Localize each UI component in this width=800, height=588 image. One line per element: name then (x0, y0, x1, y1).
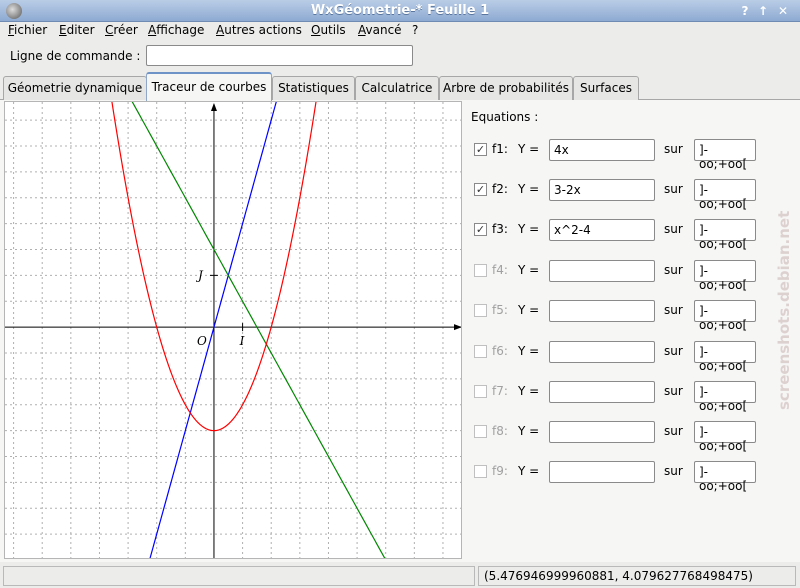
expression-input[interactable] (549, 260, 655, 282)
equation-row: f7: Y = sur ]-oo;+oo[ (474, 381, 764, 413)
y-axis-arrow (210, 103, 217, 111)
expression-input[interactable]: 4x (549, 139, 655, 161)
sur-label: sur (664, 424, 683, 438)
equation-checkbox[interactable]: ✓ (474, 143, 487, 156)
tab-bar: Géometrie dynamique Traceur de courbes S… (0, 72, 800, 101)
sur-label: sur (664, 182, 683, 196)
equation-checkbox[interactable] (474, 465, 487, 478)
help-icon[interactable]: ? (736, 2, 754, 20)
function-name-label: f6: (492, 344, 508, 358)
menu-bar: Fichier Editer Créer Affichage Autres ac… (0, 22, 800, 40)
domain-input[interactable]: ]-oo;+oo[ (694, 421, 756, 453)
tab-calculatrice[interactable]: Calculatrice (355, 76, 439, 100)
sur-label: sur (664, 344, 683, 358)
function-name-label: f2: (492, 182, 508, 196)
status-message (3, 566, 475, 586)
watermark: screenshots.debian.net (775, 211, 800, 410)
equation-checkbox[interactable] (474, 385, 487, 398)
x-axis-arrow (454, 324, 461, 331)
equation-row: ✓ f2: Y = 3-2x sur ]-oo;+oo[ (474, 179, 764, 211)
function-name-label: f8: (492, 424, 508, 438)
y-equals-label: Y = (518, 222, 540, 236)
tab-statistiques[interactable]: Statistiques (272, 76, 355, 100)
equations-header: Equations : (471, 110, 539, 124)
domain-input[interactable]: ]-oo;+oo[ (694, 139, 756, 171)
menu-avance[interactable]: Avancé (358, 23, 402, 37)
origin-label: O (197, 334, 207, 348)
tab-surfaces[interactable]: Surfaces (573, 76, 639, 100)
plot-svg[interactable]: O IJ (5, 102, 462, 559)
y-equals-label: Y = (518, 263, 540, 277)
menu-editer[interactable]: Editer (59, 23, 95, 37)
function-name-label: f4: (492, 263, 508, 277)
sur-label: sur (664, 303, 683, 317)
expression-input[interactable] (549, 461, 655, 483)
domain-input[interactable]: ]-oo;+oo[ (694, 260, 756, 292)
menu-help[interactable]: ? (412, 23, 418, 37)
curve-f1 (149, 102, 277, 558)
command-line-label: Ligne de commande : (10, 49, 141, 63)
equation-row: f6: Y = sur ]-oo;+oo[ (474, 341, 764, 373)
domain-input[interactable]: ]-oo;+oo[ (694, 219, 756, 251)
sur-label: sur (664, 263, 683, 277)
tab-arbre-de-probabilites[interactable]: Arbre de probabilités (439, 76, 573, 100)
menu-creer[interactable]: Créer (105, 23, 138, 37)
equation-row: f8: Y = sur ]-oo;+oo[ (474, 421, 764, 453)
equation-row: f5: Y = sur ]-oo;+oo[ (474, 300, 764, 332)
equation-checkbox[interactable] (474, 264, 487, 277)
curve-f2 (131, 102, 386, 558)
domain-input[interactable]: ]-oo;+oo[ (694, 381, 756, 413)
y-equals-label: Y = (518, 424, 540, 438)
sur-label: sur (664, 222, 683, 236)
sur-label: sur (664, 142, 683, 156)
sur-label: sur (664, 384, 683, 398)
equation-checkbox[interactable] (474, 345, 487, 358)
status-bar: (5.476946999960881, 4.079627768498475) (0, 564, 800, 588)
expression-input[interactable] (549, 421, 655, 443)
command-line-input[interactable] (146, 45, 413, 66)
maximize-icon[interactable]: ↑ (754, 2, 772, 20)
sur-label: sur (664, 464, 683, 478)
domain-input[interactable]: ]-oo;+oo[ (694, 461, 756, 493)
equation-checkbox[interactable]: ✓ (474, 183, 487, 196)
y-equals-label: Y = (518, 142, 540, 156)
menu-outils[interactable]: Outils (311, 23, 346, 37)
y-equals-label: Y = (518, 344, 540, 358)
equation-row: ✓ f3: Y = x^2-4 sur ]-oo;+oo[ (474, 219, 764, 251)
tab-geometrie-dynamique[interactable]: Géometrie dynamique (3, 76, 147, 100)
domain-input[interactable]: ]-oo;+oo[ (694, 341, 756, 373)
title-bar: WxGéometrie-* Feuille 1 ? ↑ ✕ (0, 0, 800, 22)
y-equals-label: Y = (518, 384, 540, 398)
equation-checkbox[interactable]: ✓ (474, 223, 487, 236)
function-name-label: f5: (492, 303, 508, 317)
equation-row: ✓ f1: Y = 4x sur ]-oo;+oo[ (474, 139, 764, 171)
expression-input[interactable]: 3-2x (549, 179, 655, 201)
function-name-label: f9: (492, 464, 508, 478)
y-equals-label: Y = (518, 182, 540, 196)
menu-autres-actions[interactable]: Autres actions (216, 23, 302, 37)
expression-input[interactable]: x^2-4 (549, 219, 655, 241)
equation-checkbox[interactable] (474, 304, 487, 317)
cursor-coordinates: (5.476946999960881, 4.079627768498475) (478, 566, 796, 586)
window-title: WxGéometrie-* Feuille 1 (310, 3, 490, 18)
expression-input[interactable] (549, 381, 655, 403)
function-name-label: f1: (492, 142, 508, 156)
equation-checkbox[interactable] (474, 425, 487, 438)
domain-input[interactable]: ]-oo;+oo[ (694, 300, 756, 332)
close-icon[interactable]: ✕ (774, 2, 792, 20)
menu-fichier[interactable]: Fichier (8, 23, 47, 37)
y-equals-label: Y = (518, 464, 540, 478)
unit-x-label: I (239, 334, 245, 348)
tab-traceur-de-courbes[interactable]: Traceur de courbes (146, 72, 272, 101)
function-name-label: f3: (492, 222, 508, 236)
equation-row: f4: Y = sur ]-oo;+oo[ (474, 260, 764, 292)
plot-canvas[interactable]: OIJ (4, 101, 462, 559)
equation-row: f9: Y = sur ]-oo;+oo[ (474, 461, 764, 493)
expression-input[interactable] (549, 300, 655, 322)
function-name-label: f7: (492, 384, 508, 398)
menu-affichage[interactable]: Affichage (148, 23, 204, 37)
domain-input[interactable]: ]-oo;+oo[ (694, 179, 756, 211)
y-equals-label: Y = (518, 303, 540, 317)
expression-input[interactable] (549, 341, 655, 363)
